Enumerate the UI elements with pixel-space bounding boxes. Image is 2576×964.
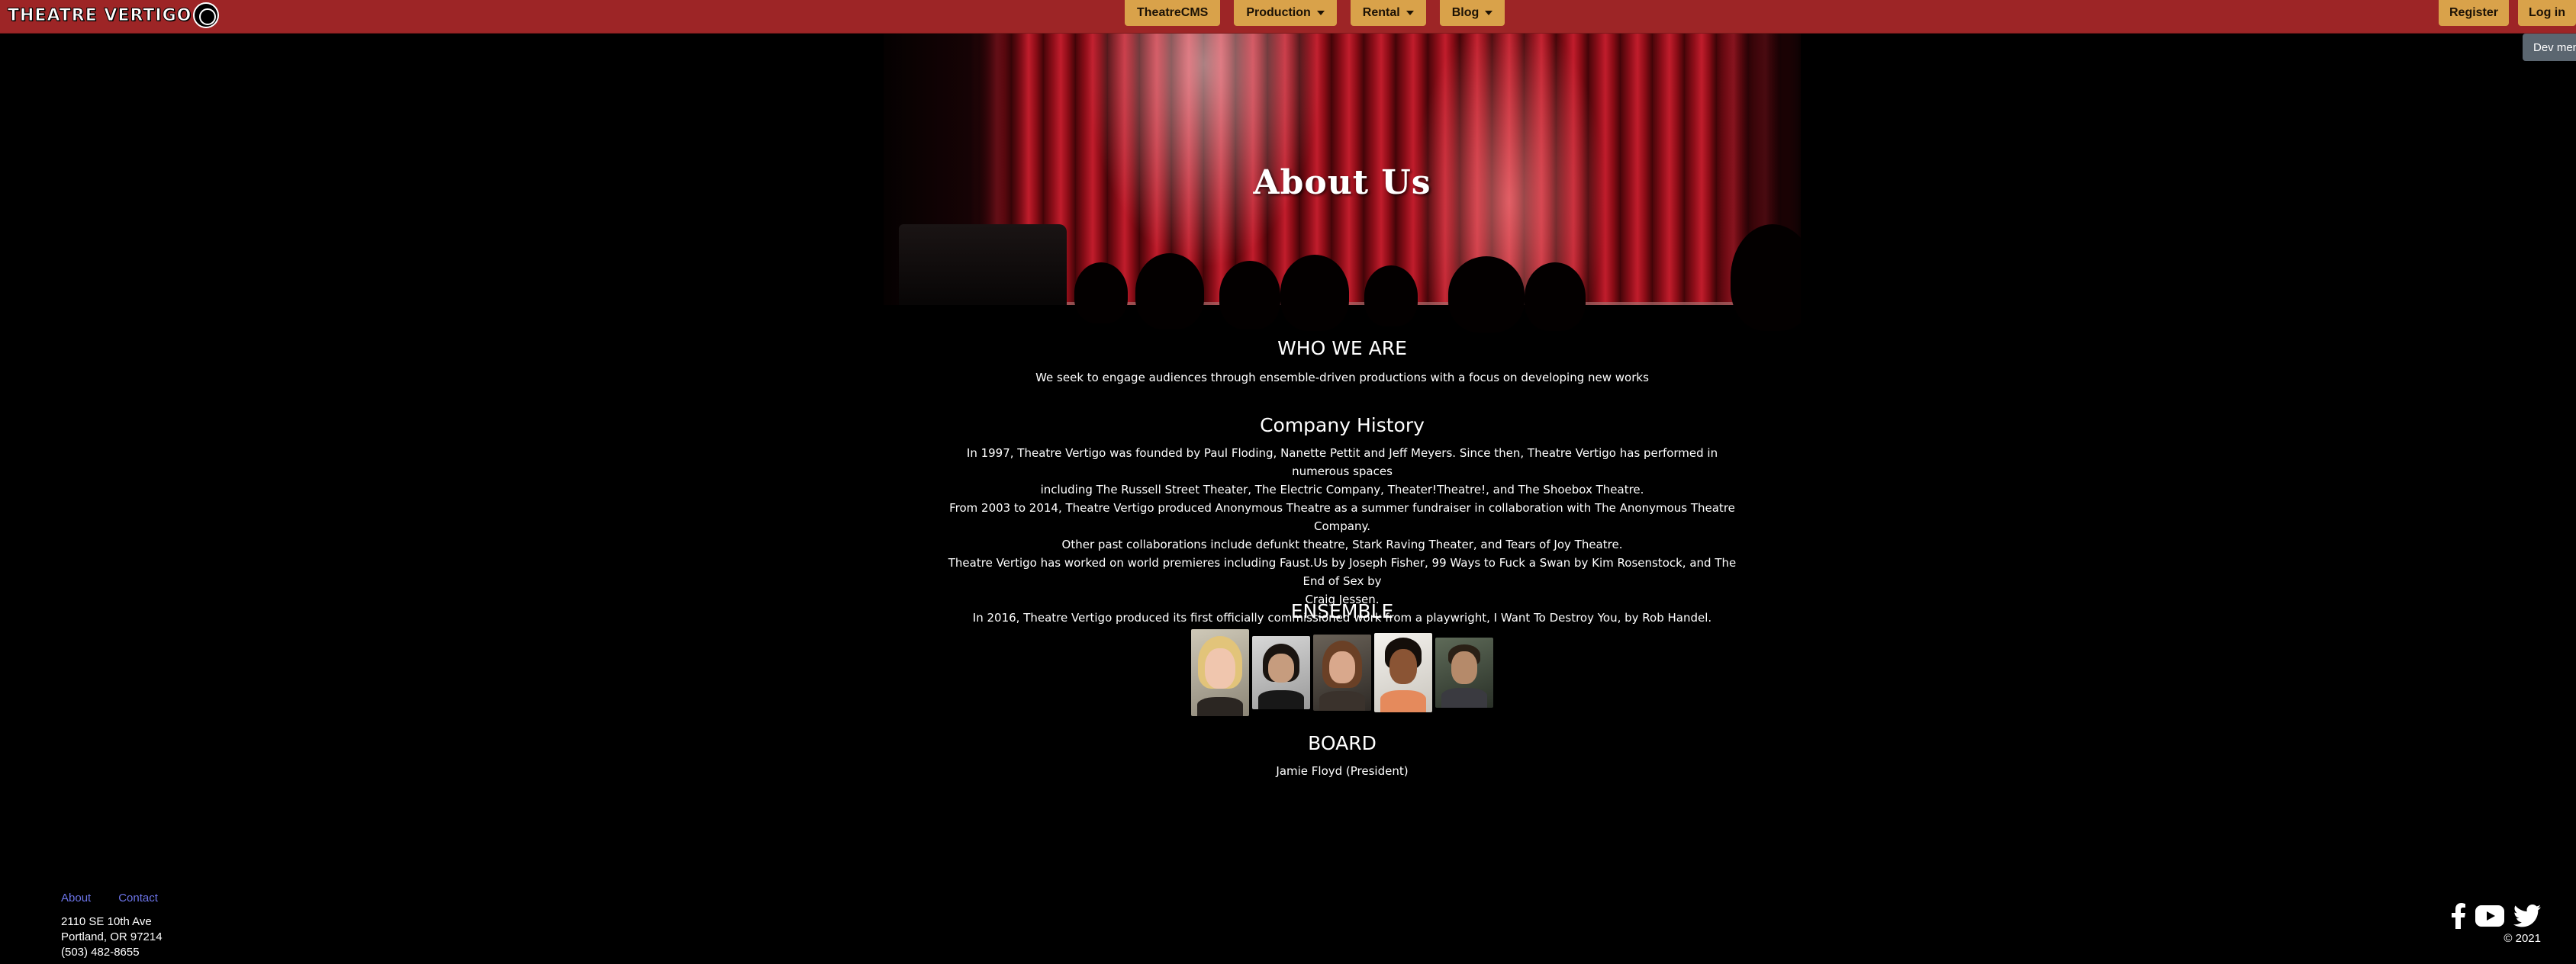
address-city: Portland, OR 97214	[61, 930, 163, 943]
login-label: Log in	[2529, 6, 2565, 19]
register-label: Register	[2449, 6, 2499, 19]
board-member: Jamie Floyd (President)	[1276, 764, 1409, 778]
ensemble-member-photo[interactable]	[1435, 638, 1493, 708]
history-line: From 2003 to 2014, Theatre Vertigo produ…	[949, 501, 1735, 533]
nav-theatrecms-button[interactable]: TheatreCMS	[1125, 0, 1221, 26]
hero-title: About Us	[1253, 163, 1431, 202]
nav-blog-dropdown[interactable]: Blog	[1439, 0, 1505, 26]
register-button[interactable]: Register	[2438, 0, 2510, 26]
nav-production-label: Production	[1246, 6, 1311, 19]
company-history-text: In 1997, Theatre Vertigo was founded by …	[938, 444, 1747, 627]
who-we-are-heading: WHO WE ARE	[1277, 337, 1407, 359]
board-heading: BOARD	[1308, 732, 1377, 754]
dev-menu-label: Dev menu	[2533, 40, 2576, 54]
audience-head-silhouette	[1074, 262, 1128, 323]
facebook-icon[interactable]	[2451, 903, 2466, 933]
ensemble-photos	[884, 628, 1801, 717]
twitter-icon[interactable]	[2513, 905, 2541, 931]
youtube-icon[interactable]	[2475, 905, 2504, 930]
history-line: In 1997, Theatre Vertigo was founded by …	[966, 446, 1718, 478]
nav-production-dropdown[interactable]: Production	[1234, 0, 1337, 26]
ensemble-heading: ENSEMBLE	[1290, 600, 1394, 622]
board-section: BOARD Jamie Floyd (President)	[884, 732, 1801, 780]
caret-down-icon	[1406, 11, 1414, 15]
ensemble-member-photo[interactable]	[1191, 629, 1249, 716]
nav-rental-dropdown[interactable]: Rental	[1350, 0, 1426, 26]
ensemble-section: ENSEMBLE	[884, 600, 1801, 717]
nav-rental-label: Rental	[1362, 6, 1400, 19]
who-we-are-text: We seek to engage audiences through ense…	[1035, 371, 1649, 384]
footer-contact-link[interactable]: Contact	[118, 892, 158, 905]
audience-head-silhouette	[1448, 256, 1525, 333]
audience-head-silhouette	[1219, 261, 1280, 329]
caret-down-icon	[1316, 11, 1325, 15]
footer-about-link[interactable]: About	[61, 892, 91, 905]
dev-menu-button[interactable]: Dev menu	[2523, 34, 2576, 61]
top-navbar: THEATRE VERTIGO TheatreCMS Production Re…	[0, 0, 2576, 34]
brand-logo-text: THEATRE VERTIGO	[7, 5, 192, 25]
who-we-are-section: WHO WE ARE We seek to engage audiences t…	[884, 337, 1801, 387]
copyright-text: © 2021	[2504, 932, 2541, 945]
brand-logo[interactable]: THEATRE VERTIGO	[7, 2, 220, 29]
audience-head-silhouette	[1525, 262, 1586, 331]
stage-piano-silhouette	[899, 224, 1067, 308]
nav-blog-label: Blog	[1451, 6, 1480, 19]
history-line: including The Russell Street Theater, Th…	[1040, 483, 1644, 496]
footer-links: About Contact	[61, 892, 158, 905]
hero-banner: About Us	[884, 34, 1801, 339]
address-phone: (503) 482-8655	[61, 946, 140, 959]
ensemble-member-photo[interactable]	[1252, 636, 1310, 709]
history-line: Theatre Vertigo has worked on world prem…	[948, 556, 1737, 588]
ensemble-member-photo[interactable]	[1374, 633, 1432, 712]
nav-theatrecms-label: TheatreCMS	[1137, 6, 1209, 19]
main-nav: TheatreCMS Production Rental Blog	[1125, 0, 1505, 26]
company-history-section: Company History In 1997, Theatre Vertigo…	[884, 414, 1801, 627]
address-street: 2110 SE 10th Ave	[61, 915, 152, 928]
footer-address: 2110 SE 10th Ave Portland, OR 97214 (503…	[61, 914, 163, 960]
auth-nav: Register Log in	[2438, 0, 2576, 26]
caret-down-icon	[1485, 11, 1493, 15]
company-history-heading: Company History	[1260, 414, 1425, 436]
ensemble-member-photo[interactable]	[1313, 635, 1371, 711]
audience-head-silhouette	[1364, 265, 1418, 326]
brand-logo-swirl-icon	[193, 2, 220, 28]
audience-head-silhouette	[1135, 253, 1204, 329]
history-line: Other past collaborations include defunk…	[1061, 538, 1623, 551]
login-button[interactable]: Log in	[2518, 0, 2576, 26]
audience-head-silhouette	[1280, 255, 1349, 331]
social-links	[2451, 903, 2541, 933]
